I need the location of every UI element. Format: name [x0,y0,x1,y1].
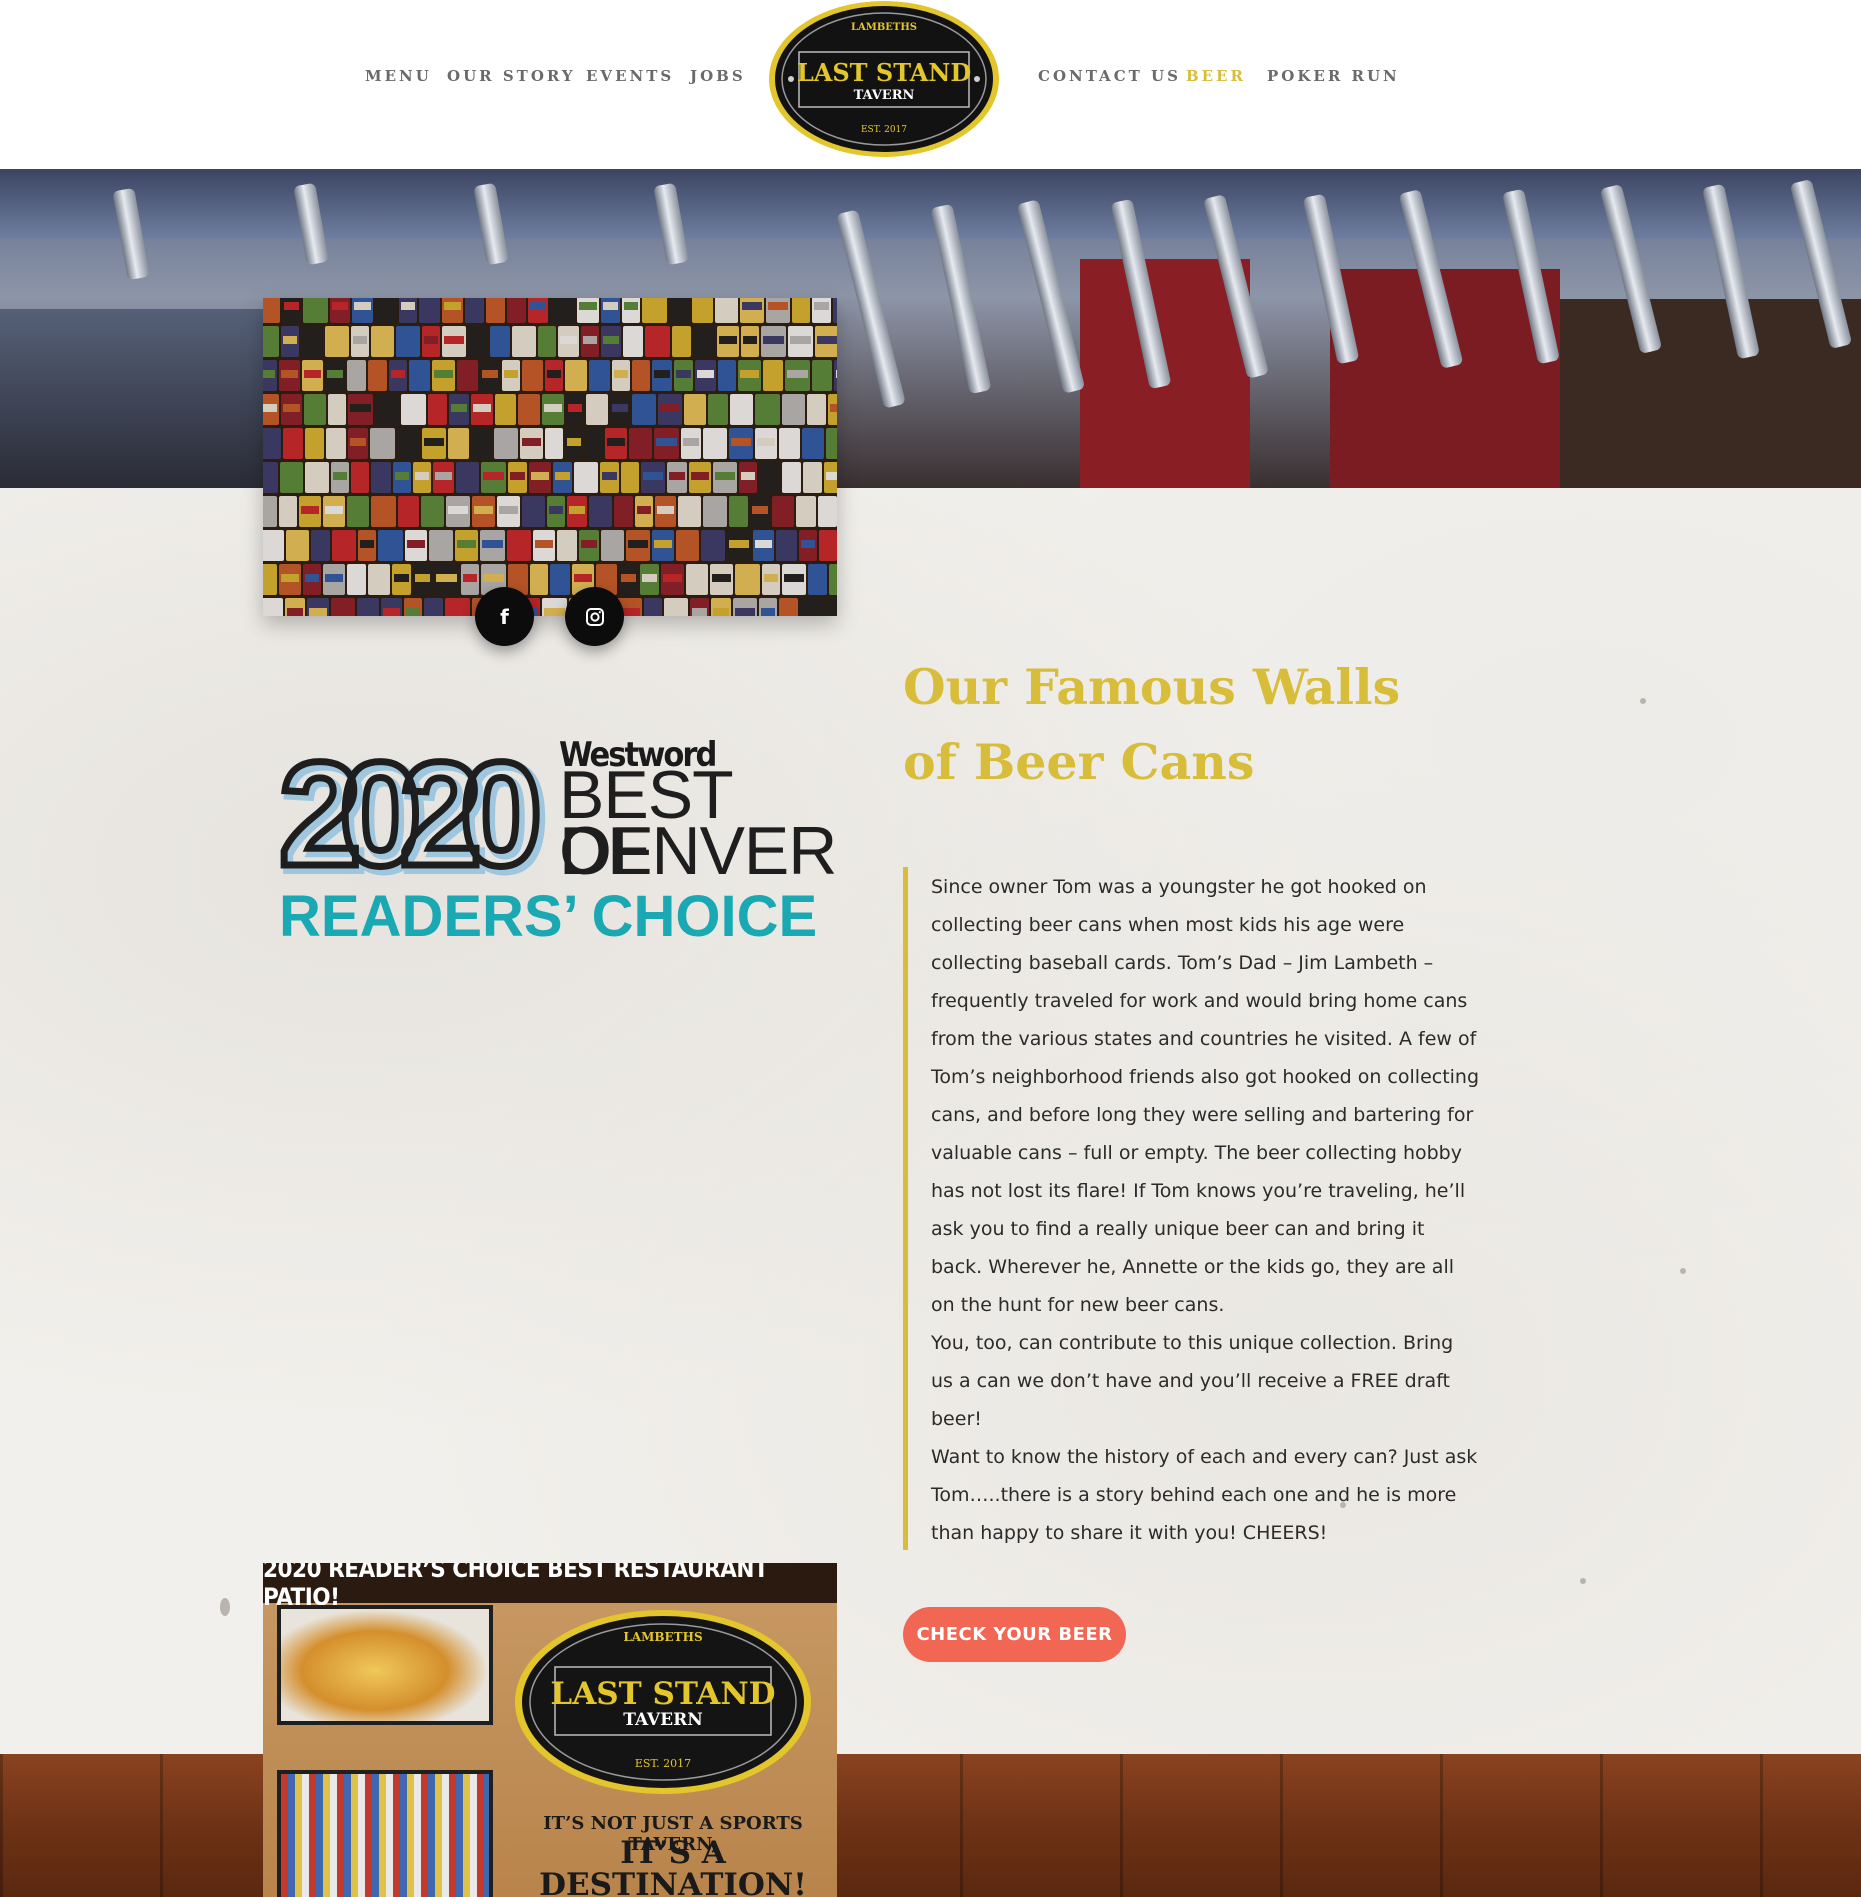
nav-poker-run[interactable]: POKER RUN [1267,67,1400,85]
logo-top-text: LAMBETHS [851,22,917,33]
nav-events[interactable]: EVENTS [586,67,674,85]
award-year-graphic: 2020 2020 [276,735,556,885]
poster-tagline-2a: IT’S A [620,1835,726,1871]
instagram-icon [585,607,604,626]
hero-dark-panel [1560,299,1861,488]
poster-banner: 2020 READER’S CHOICE BEST RESTAURANT PAT… [263,1563,837,1611]
logo-sub-text: TAVERN [854,88,915,103]
check-your-beer-button[interactable]: CHECK YOUR BEER [903,1607,1126,1662]
nav-menu[interactable]: MENU [365,67,432,85]
nav-beer[interactable]: BEER [1186,67,1246,85]
nav-contact-us[interactable]: CONTACT US [1038,67,1181,85]
site-header: MENU OUR STORY EVENTS JOBS LAMBETHS LAST… [0,0,1861,169]
logo-main-text: LAST STAND [797,58,971,87]
facebook-button[interactable]: f [475,587,534,646]
hero-top-shade [0,169,1861,239]
award-line-denver: DENVER [559,813,837,889]
hero-left-panel [0,309,263,488]
beer-can-wall-photo [263,298,837,616]
logo-est-text: EST. 2017 [861,125,907,135]
poster-tagline-2: IT’S A DESTINATION! [508,1837,837,1897]
poster-tagline-2b: DESTINATION! [539,1867,807,1897]
nav-jobs[interactable]: JOBS [690,67,746,85]
poster-logo-sub: TAVERN [623,1710,703,1730]
body-paragraph: You, too, can contribute to this unique … [931,1332,1454,1430]
site-logo[interactable]: LAMBETHS LAST STAND TAVERN EST. 2017 [767,0,1001,158]
award-line-readers-choice: READERS’ CHOICE [279,884,818,949]
section-heading: Our Famous Walls of Beer Cans [903,658,1401,791]
beer-tap [836,209,906,409]
photo-shade [263,298,837,616]
texture-speck [1580,1578,1586,1584]
poster-logo: LAMBETHS LAST STAND TAVERN EST. 2017 [515,1610,811,1794]
texture-speck [220,1598,230,1616]
body-paragraph: Since owner Tom was a youngster he got h… [931,876,1480,1316]
poster-can-wall-photo [277,1770,493,1897]
body-paragraph: Want to know the history of each and eve… [931,1446,1478,1544]
award-year-text: 2020 [279,735,537,885]
instagram-button[interactable] [565,587,624,646]
poster-logo-main: LAST STAND [550,1676,775,1712]
texture-speck [1640,698,1646,704]
poster-logo-top: LAMBETHS [623,1630,702,1644]
texture-speck [1680,1268,1686,1274]
nav-our-story[interactable]: OUR STORY [447,67,576,85]
poster-food-photo [277,1605,493,1725]
poster-logo-est: EST. 2017 [635,1757,691,1770]
beer-can-wall-image [263,298,837,616]
section-body: Since owner Tom was a youngster he got h… [931,868,1481,1552]
westword-award-badge: 2020 2020 Westword BEST OF DENVER READER… [275,735,838,950]
quote-accent-bar [903,867,908,1550]
patio-award-poster: 2020 READER’S CHOICE BEST RESTAURANT PAT… [263,1563,837,1897]
facebook-icon: f [500,604,509,629]
